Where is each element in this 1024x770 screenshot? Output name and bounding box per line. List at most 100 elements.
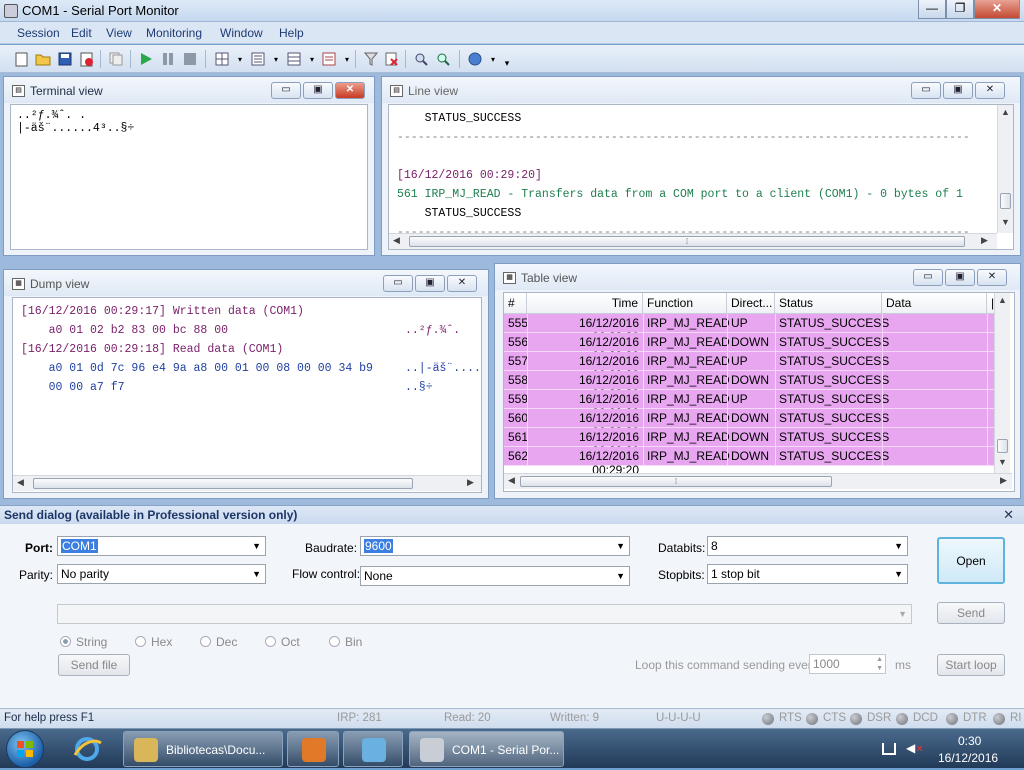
flow-control-select[interactable]: None ▼ <box>360 566 630 586</box>
clock-date[interactable]: 16/12/2016 <box>938 751 998 765</box>
terminal-content[interactable]: ..²ƒ.¾ˆ. . |-äš¨......4³..§÷ <box>10 104 368 250</box>
send-dialog-close-icon[interactable]: ✕ <box>1003 507 1014 523</box>
dropdown-arrow-icon[interactable]: ▾ <box>304 51 320 67</box>
terminal-minimize-button[interactable]: ▭ <box>271 82 301 99</box>
databits-select[interactable]: 8 ▼ <box>707 536 908 556</box>
column-header-extra[interactable]: | <box>987 293 994 314</box>
open-button[interactable]: Open <box>937 537 1005 584</box>
column-header-status[interactable]: Status <box>775 293 882 314</box>
volume-muted-icon[interactable]: ◀✕ <box>906 741 924 755</box>
dropdown-arrow-icon[interactable]: ▾ <box>339 51 355 67</box>
loop-interval-input[interactable]: 1000 ▲ ▼ <box>809 654 886 674</box>
column-header-number[interactable]: # <box>504 293 527 314</box>
dump-view-horizontal-scrollbar[interactable]: ◀ ▶ <box>13 475 481 491</box>
pause-icon[interactable] <box>160 51 176 67</box>
format-string-radio[interactable]: String <box>60 635 107 649</box>
tile-windows-icon[interactable] <box>214 51 230 67</box>
dropdown-arrow-icon[interactable]: ▾ <box>232 51 248 67</box>
save-icon[interactable] <box>57 51 73 67</box>
column-header-direction[interactable]: Direct... <box>727 293 775 314</box>
column-header-function[interactable]: Function <box>643 293 727 314</box>
table-row[interactable]: 55716/12/2016 00:29:20IRP_MJ_READUPSTATU… <box>504 352 994 382</box>
menu-monitoring[interactable]: Monitoring <box>146 26 202 40</box>
line-view-titlebar[interactable]: ▤ Line view ▭ ▣ ✕ <box>382 77 1020 103</box>
table-row[interactable]: 562 16/12/2016 00:29:20 IRP_MJ_READ DOWN STA… <box>504 447 994 473</box>
line-view-close-button[interactable]: ✕ <box>975 82 1005 99</box>
terminal-restore-button[interactable]: ▣ <box>303 82 333 99</box>
dump-view-minimize-button[interactable]: ▭ <box>383 275 413 292</box>
terminal-close-button[interactable]: ✕ <box>335 82 365 99</box>
dump-view-restore-button[interactable]: ▣ <box>415 275 445 292</box>
format-oct-radio[interactable]: Oct <box>265 635 300 649</box>
clear-filter-icon[interactable] <box>384 51 400 67</box>
menu-help[interactable]: Help <box>279 26 304 40</box>
format-bin-radio[interactable]: Bin <box>329 635 362 649</box>
minimize-button[interactable]: — <box>918 0 946 19</box>
table-view-restore-button[interactable]: ▣ <box>945 269 975 286</box>
help-icon[interactable] <box>467 51 483 67</box>
dump-view-content[interactable]: [16/12/2016 00:29:17] Written data (COM1… <box>12 297 482 493</box>
table-row[interactable]: 56116/12/2016 00:29:20IRP_MJ_READDOWNSTA… <box>504 428 994 458</box>
taskbar-item-media-player[interactable] <box>287 731 339 767</box>
table-row[interactable]: 56016/12/2016 00:29:20IRP_MJ_READDOWNSTA… <box>504 409 994 439</box>
scroll-thumb[interactable]: ⁞ <box>520 476 832 487</box>
column-header-data[interactable]: Data <box>882 293 987 314</box>
view-list-icon[interactable] <box>250 51 266 67</box>
line-view-horizontal-scrollbar[interactable]: ◀ ⁞ ▶ <box>389 233 997 249</box>
taskbar-item-serial-monitor[interactable]: COM1 - Serial Por... <box>409 731 564 767</box>
view-grid-icon[interactable] <box>286 51 302 67</box>
column-header-time[interactable]: Time <box>527 293 643 314</box>
find-next-icon[interactable] <box>435 51 451 67</box>
send-button[interactable]: Send <box>937 602 1005 624</box>
send-file-button[interactable]: Send file <box>58 654 130 676</box>
taskbar-item-explorer[interactable]: Bibliotecas\Docu... <box>123 731 283 767</box>
line-view-restore-button[interactable]: ▣ <box>943 82 973 99</box>
line-view-vertical-scrollbar[interactable]: ▲ ▼ <box>997 105 1013 233</box>
stop-icon[interactable] <box>182 51 198 67</box>
stopbits-select[interactable]: 1 stop bit ▼ <box>707 564 908 584</box>
line-view-minimize-button[interactable]: ▭ <box>911 82 941 99</box>
table-view-titlebar[interactable]: ▦ Table view ▭ ▣ ✕ <box>495 264 1020 290</box>
clock-time[interactable]: 0:30 <box>958 734 981 748</box>
view-table-icon[interactable] <box>321 51 337 67</box>
table-row[interactable]: 55916/12/2016 00:29:20IRP_MJ_READUPSTATU… <box>504 390 994 420</box>
terminal-view-titlebar[interactable]: ▤ Terminal view ▭ ▣ ✕ <box>4 77 374 103</box>
format-dec-radio[interactable]: Dec <box>200 635 237 649</box>
toolbar-options-icon[interactable]: ▾ <box>499 55 515 71</box>
format-hex-radio[interactable]: Hex <box>135 635 172 649</box>
menu-session[interactable]: Session <box>17 26 60 40</box>
spinner-icon[interactable]: ▲ ▼ <box>876 655 883 673</box>
dropdown-arrow-icon[interactable]: ▾ <box>268 51 284 67</box>
scroll-thumb[interactable] <box>1000 193 1011 209</box>
port-select[interactable]: COM1 ▼ <box>57 536 266 556</box>
table-view-horizontal-scrollbar[interactable]: ◀ ⁞ ▶ <box>504 473 1012 489</box>
table-view-close-button[interactable]: ✕ <box>977 269 1007 286</box>
table-row[interactable]: 55816/12/2016 00:29:20IRP_MJ_READDOWNSTA… <box>504 371 994 401</box>
send-data-input[interactable]: ▼ <box>57 604 912 624</box>
start-monitoring-icon[interactable] <box>138 51 154 67</box>
dump-view-titlebar[interactable]: ▦ Dump view ▭ ▣ ✕ <box>4 270 488 296</box>
scroll-thumb[interactable] <box>33 478 413 489</box>
start-button[interactable] <box>6 730 44 768</box>
baudrate-select[interactable]: 9600 ▼ <box>360 536 630 556</box>
dump-view-close-button[interactable]: ✕ <box>447 275 477 292</box>
maximize-button[interactable]: ❐ <box>946 0 974 19</box>
close-button[interactable]: ✕ <box>974 0 1020 19</box>
new-session-icon[interactable] <box>13 51 29 67</box>
menu-edit[interactable]: Edit <box>71 26 92 40</box>
find-icon[interactable] <box>413 51 429 67</box>
menu-window[interactable]: Window <box>220 26 263 40</box>
scroll-thumb[interactable] <box>997 439 1008 453</box>
scroll-thumb[interactable]: ⁞ <box>409 236 965 247</box>
parity-select[interactable]: No parity ▼ <box>57 564 266 584</box>
menu-view[interactable]: View <box>106 26 132 40</box>
internet-explorer-icon[interactable] <box>72 735 102 763</box>
table-row[interactable]: 55616/12/2016 00:29:20IRP_MJ_READDOWNSTA… <box>504 333 994 363</box>
network-icon[interactable] <box>882 743 896 755</box>
start-loop-button[interactable]: Start loop <box>937 654 1005 676</box>
open-folder-icon[interactable] <box>35 51 51 67</box>
table-row[interactable]: 55516/12/2016 00:29:20IRP_MJ_READUPSTATU… <box>504 314 994 344</box>
filter-icon[interactable] <box>363 51 379 67</box>
table-view-content[interactable]: # Time Function Direct... Status Data | … <box>503 292 1015 492</box>
table-view-minimize-button[interactable]: ▭ <box>913 269 943 286</box>
